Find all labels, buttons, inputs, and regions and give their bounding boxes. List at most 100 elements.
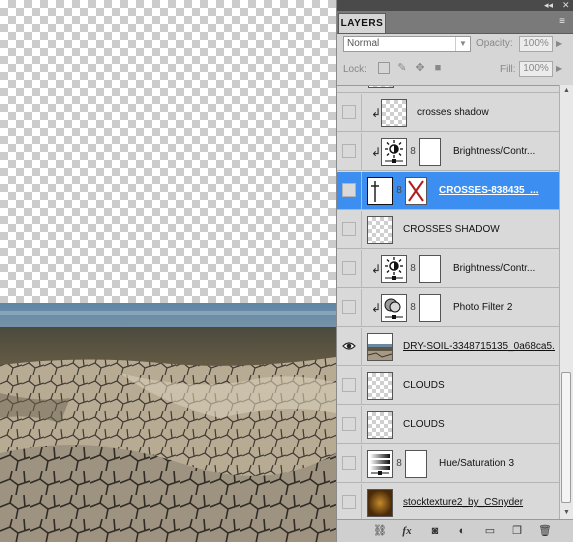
layer-name: CROSSES-838435_... (439, 185, 539, 196)
dry-soil-thumbnail (367, 333, 393, 361)
row-divider (361, 250, 362, 288)
mask-link-chain-icon[interactable]: 8 (409, 302, 417, 313)
layer-row[interactable]: CLOUDS (337, 367, 559, 405)
visibility-toggle[interactable] (342, 261, 356, 275)
photo-filter-adjustment-icon (381, 294, 407, 322)
layer-mask-thumbnail[interactable] (419, 294, 441, 322)
mask-link-chain-icon[interactable]: 8 (395, 185, 403, 196)
row-divider (361, 211, 362, 249)
visibility-toggle[interactable] (342, 222, 356, 236)
opacity-slider-arrow-icon[interactable]: ▶ (556, 39, 562, 48)
layer-thumbnail (367, 372, 393, 400)
opacity-field[interactable]: 100% (519, 36, 553, 52)
texture-thumbnail (367, 489, 393, 517)
row-divider (361, 289, 362, 327)
layer-row[interactable]: ↲ 8 Brightness/Contr... (337, 250, 559, 288)
visibility-toggle[interactable] (342, 495, 356, 509)
fx-icon[interactable]: fx (399, 523, 415, 539)
fill-field[interactable]: 100% (519, 61, 553, 77)
tab-layers[interactable]: LAYERS (338, 13, 386, 33)
lock-label: Lock: (343, 64, 367, 75)
layers-scrollbar[interactable]: ▲ ▼ (559, 85, 573, 519)
visibility-toggle[interactable] (342, 456, 356, 470)
layer-row[interactable]: CLOUDS (337, 406, 559, 444)
trash-icon[interactable]: 🗑 (537, 523, 553, 539)
lock-transparency-icon[interactable] (378, 62, 390, 74)
layer-row[interactable]: ↲ crosses shadow (337, 94, 559, 132)
layer-row[interactable]: DRY-SOIL-3348715135_0a68ca5... (337, 328, 559, 366)
visibility-toggle[interactable] (342, 417, 356, 431)
layer-thumbnail (381, 99, 407, 127)
opacity-label: Opacity: (476, 38, 513, 49)
layer-name: DRY-SOIL-3348715135_0a68ca5... (403, 341, 555, 352)
fill-label: Fill: (500, 64, 516, 75)
collapse-icon[interactable]: ◂◂ (544, 0, 553, 11)
layer-name: Photo Filter 2 (453, 302, 513, 313)
scroll-up-icon[interactable]: ▲ (560, 85, 573, 97)
layer-row[interactable]: 8 Hue/Saturation 3 (337, 445, 559, 483)
layer-name: CROSSES SHADOW (403, 224, 500, 235)
lock-pixels-brush-icon[interactable]: ✎ (396, 62, 408, 74)
lock-all-icon[interactable]: ■ (432, 62, 444, 74)
row-divider (361, 172, 362, 210)
hue-saturation-adjustment-icon (367, 450, 393, 478)
layer-mask-thumbnail[interactable] (405, 177, 427, 205)
scrollbar-thumb[interactable] (561, 372, 571, 503)
layer-name: stocktexture2_by_CSnyder (403, 497, 524, 508)
visibility-toggle[interactable] (342, 183, 356, 197)
blend-mode-value: Normal (347, 38, 380, 49)
layer-row[interactable]: ↲ 8 Photo Filter 2 (337, 289, 559, 327)
layers-bottom-toolbar: ⛓ fx ◙ ◐ ▭ ❐ 🗑 (337, 519, 573, 542)
lock-row: Lock: ✎ ✥ ■ Fill: 100% ▶ (337, 58, 573, 80)
panel-title-bar[interactable]: ◂◂ ✕ (337, 0, 573, 11)
layer-mask-thumbnail[interactable] (419, 138, 441, 166)
layer-name: Hue/Saturation 3 (439, 458, 515, 469)
layer-mask-thumbnail[interactable] (405, 450, 427, 478)
brightness-adjustment-icon (381, 138, 407, 166)
row-divider (361, 406, 362, 444)
layer-thumbnail (368, 86, 394, 88)
row-divider (361, 328, 362, 366)
layers-list[interactable]: ↲ crosses shadow ↲ 8 Brightness/Contr... 8 CRO… (337, 85, 559, 520)
layer-row[interactable]: stocktexture2_by_CSnyder (337, 484, 559, 520)
layer-name: Brightness/Contr... (453, 263, 536, 274)
lock-position-move-icon[interactable]: ✥ (414, 62, 426, 74)
layer-row[interactable]: ↲ 8 Brightness/Contr... (337, 133, 559, 171)
chevron-down-icon: ▼ (455, 37, 470, 51)
blend-mode-select[interactable]: Normal ▼ (343, 36, 471, 52)
layer-name: crosses shadow (417, 107, 489, 118)
visibility-toggle[interactable] (342, 144, 356, 158)
layer-row[interactable]: 8 CROSSES-838435_... (337, 172, 559, 210)
add-mask-icon[interactable]: ◙ (427, 523, 443, 539)
layer-thumbnail (367, 411, 393, 439)
panel-menu-icon[interactable]: ≡ (555, 16, 569, 28)
tab-row: LAYERS ≡ (337, 11, 573, 34)
mask-link-chain-icon[interactable]: 8 (409, 146, 417, 157)
visibility-toggle[interactable] (342, 105, 356, 119)
link-layers-icon[interactable]: ⛓ (372, 523, 388, 539)
fill-slider-arrow-icon[interactable]: ▶ (556, 64, 562, 73)
row-divider (361, 367, 362, 405)
new-layer-icon[interactable]: ❐ (509, 523, 525, 539)
row-divider (361, 484, 362, 520)
mask-link-chain-icon[interactable]: 8 (409, 263, 417, 274)
clipping-arrow-icon: ↲ (371, 106, 382, 120)
visibility-toggle[interactable] (342, 300, 356, 314)
layer-row[interactable]: CROSSES SHADOW (337, 211, 559, 249)
layer-row-partial[interactable] (337, 86, 559, 93)
document-canvas[interactable] (0, 0, 336, 542)
eye-visibility-icon[interactable] (342, 339, 356, 353)
new-group-icon[interactable]: ▭ (482, 523, 498, 539)
scroll-down-icon[interactable]: ▼ (560, 507, 573, 519)
blend-row: Normal ▼ Opacity: 100% ▶ (337, 34, 573, 54)
new-adjustment-icon[interactable]: ◐ (454, 523, 470, 539)
layer-mask-thumbnail[interactable] (419, 255, 441, 283)
layer-name: Brightness/Contr... (453, 146, 536, 157)
mask-link-chain-icon[interactable]: 8 (395, 458, 403, 469)
crosses-thumbnail (367, 177, 393, 205)
row-divider (361, 133, 362, 171)
visibility-toggle[interactable] (342, 378, 356, 392)
close-icon[interactable]: ✕ (562, 0, 570, 11)
clipping-arrow-icon: ↲ (371, 145, 382, 159)
layer-name: CLOUDS (403, 380, 445, 391)
